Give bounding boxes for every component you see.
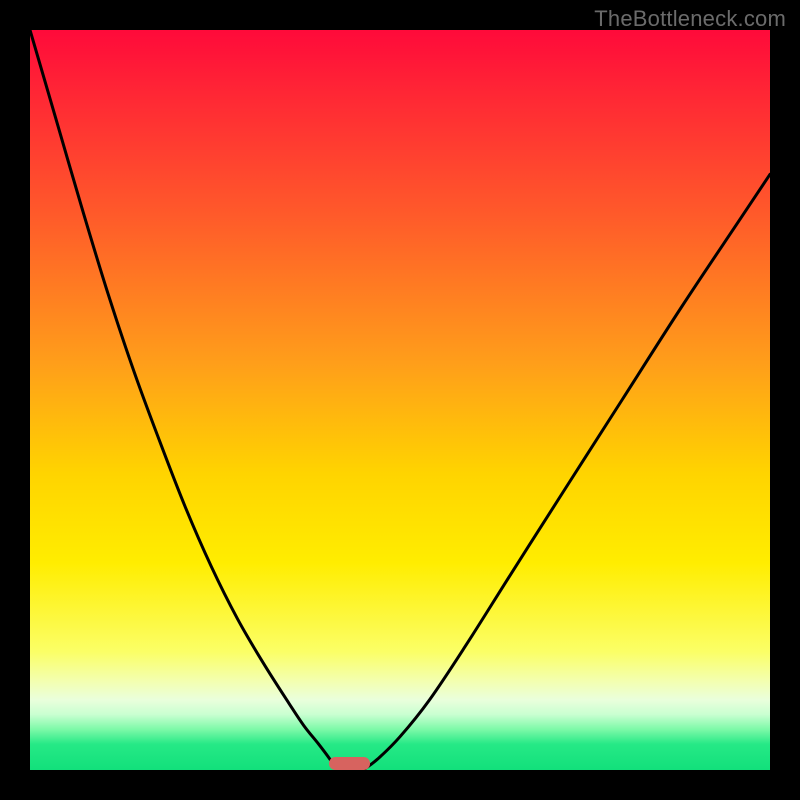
bottleneck-curve	[30, 30, 770, 770]
bottleneck-marker	[329, 757, 370, 770]
curve-right-branch	[363, 174, 770, 770]
curve-left-branch	[30, 30, 337, 770]
chart-frame: TheBottleneck.com	[0, 0, 800, 800]
plot-area	[30, 30, 770, 770]
watermark-text: TheBottleneck.com	[594, 6, 786, 32]
